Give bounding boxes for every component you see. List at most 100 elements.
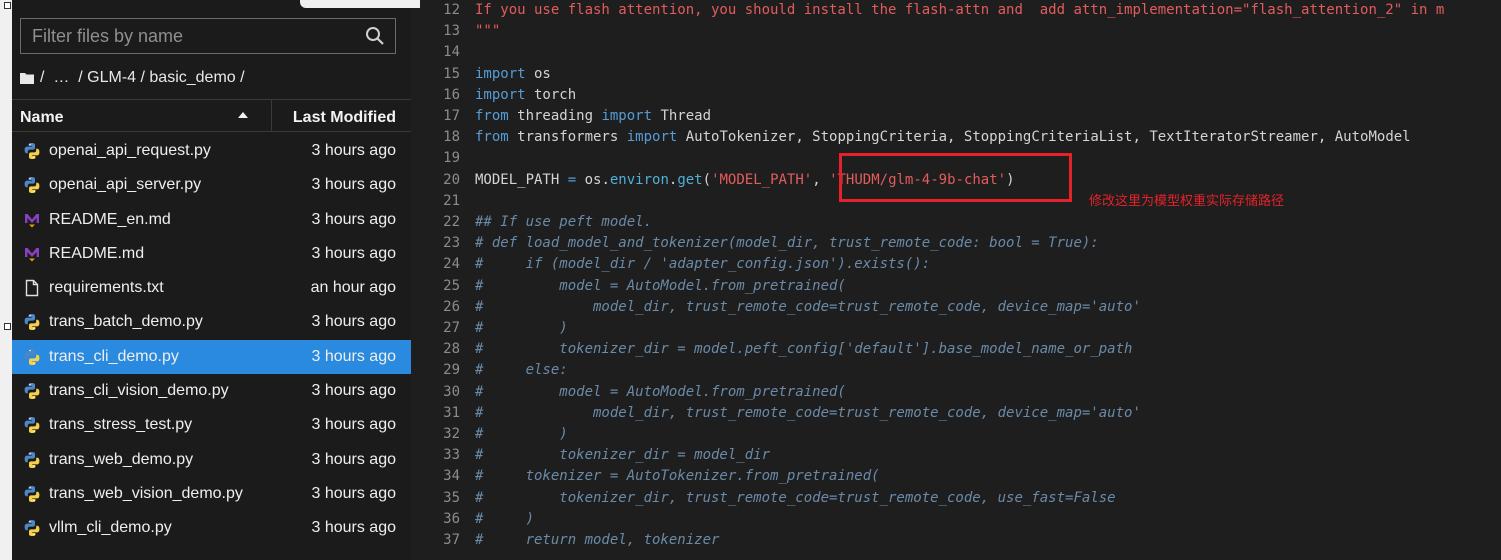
file-row[interactable]: requirements.txt an hour ago [12, 271, 411, 305]
line-number: 34 [443, 468, 460, 485]
line-number: 26 [443, 298, 460, 315]
code-token: environ [609, 171, 669, 188]
file-list-header: Name Last Modified [12, 99, 411, 132]
file-row[interactable]: README.md 3 hours ago [12, 237, 411, 271]
code-token: # tokenizer = AutoTokenizer.from_pretrai… [475, 468, 880, 485]
sort-ascending-icon[interactable] [238, 112, 248, 118]
line-number: 13 [443, 23, 460, 40]
code-token: get [677, 171, 703, 188]
code-token: If you use flash attention, you should i… [475, 2, 1445, 18]
line-number: 24 [443, 256, 460, 273]
annotation-text: 修改这里为模型权重实际存储路径 [1089, 194, 1285, 209]
line-number: 16 [443, 86, 460, 103]
code-line: # tokenizer_dir = model.peft_config['def… [475, 340, 1132, 358]
file-modified: 3 hours ago [311, 450, 396, 468]
code-token: ( [702, 171, 712, 188]
file-modified: 3 hours ago [311, 176, 396, 194]
line-number: 31 [443, 404, 460, 421]
code-token: threading [508, 108, 602, 124]
line-number: 15 [443, 65, 460, 82]
code-token: import [475, 65, 526, 82]
file-name: trans_cli_demo.py [49, 347, 179, 365]
file-row[interactable]: trans_stress_test.py 3 hours ago [12, 408, 411, 442]
file-row[interactable]: trans_cli_demo.py 3 hours ago [12, 339, 411, 375]
file-name: trans_batch_demo.py [49, 313, 203, 331]
code-token: os [525, 65, 551, 82]
code-token: # model_dir, trust_remote_code=trust_rem… [475, 404, 1141, 421]
file-row[interactable]: trans_web_vision_demo.py 3 hours ago [12, 477, 411, 511]
line-number: 32 [443, 426, 460, 442]
resize-handle[interactable] [4, 2, 11, 9]
file-modified: an hour ago [310, 279, 396, 297]
code-token: # ) [475, 510, 535, 527]
file-row[interactable]: openai_api_request.py 3 hours ago [12, 134, 411, 168]
line-number: 19 [443, 150, 460, 167]
filter-input[interactable] [21, 19, 361, 53]
highlight-box [839, 153, 1072, 202]
code-token: MODEL_PATH [475, 171, 568, 188]
line-number: 35 [443, 489, 460, 506]
code-token: import [475, 86, 526, 103]
code-token: # tokenizer_dir, trust_remote_code=trust… [475, 489, 1116, 506]
breadcrumb-glm4[interactable]: GLM-4 [87, 69, 136, 87]
code-line: # return model, tokenizer [475, 531, 719, 549]
breadcrumb-basic-demo[interactable]: basic_demo [149, 69, 235, 87]
code-token: """ [475, 23, 501, 40]
file-row[interactable]: trans_batch_demo.py 3 hours ago [12, 305, 411, 339]
code-token: # tokenizer_dir = model.peft_config['def… [475, 341, 1133, 358]
code-token: = [567, 171, 577, 188]
code-line: # tokenizer_dir = model_dir [475, 446, 770, 464]
line-number: 12 [443, 2, 460, 18]
code-line: """ [475, 22, 500, 40]
file-name: README_en.md [49, 210, 171, 228]
file-row[interactable]: trans_cli_vision_demo.py 3 hours ago [12, 374, 411, 408]
code-token: torch [525, 86, 577, 103]
code-line: ## If use peft model. [475, 213, 652, 231]
file-modified: 3 hours ago [311, 347, 396, 365]
code-line: If you use flash attention, you should i… [475, 1, 1444, 19]
column-divider[interactable] [271, 100, 272, 132]
code-token: AutoTokenizer, StoppingCriteria, Stoppin… [677, 129, 1411, 146]
code-line: # ) [475, 425, 568, 443]
resize-handle[interactable] [4, 323, 11, 330]
markdown-icon [23, 211, 41, 229]
breadcrumb-separator: / [240, 69, 245, 86]
filter-box[interactable] [20, 18, 396, 54]
search-icon[interactable] [365, 26, 385, 46]
code-area[interactable]: If you use flash attention, you should i… [475, 0, 1501, 560]
code-token: , [812, 171, 830, 188]
code-token: # ) [475, 320, 568, 336]
code-editor[interactable]: 12 13 14 15 16 17 18 19 20 21 22 23 24 25 26 27 28 29 30 31… [420, 0, 1501, 560]
code-token: import [601, 108, 653, 124]
file-name: README.md [49, 244, 145, 262]
code-line: # model_dir, trust_remote_code=trust_rem… [475, 298, 1141, 316]
python-icon [23, 451, 41, 469]
code-token: # return model, tokenizer [475, 532, 720, 548]
line-number: 33 [443, 447, 460, 464]
file-modified: 3 hours ago [311, 142, 396, 159]
file-row[interactable]: openai_api_server.py 3 hours ago [12, 168, 411, 202]
line-number: 22 [443, 214, 460, 230]
file-name: openai_api_request.py [49, 142, 211, 159]
line-number: 21 [443, 192, 460, 209]
column-modified-header[interactable]: Last Modified [293, 109, 396, 127]
file-modified: 3 hours ago [311, 416, 396, 434]
file-row[interactable]: trans_web_demo.py 3 hours ago [12, 443, 411, 477]
code-line: # tokenizer = AutoTokenizer.from_pretrai… [475, 467, 880, 485]
column-name-header[interactable]: Name [20, 109, 64, 127]
breadcrumb-ellipsis[interactable]: … [53, 69, 69, 87]
code-token: # else: [475, 362, 568, 379]
file-name: trans_cli_vision_demo.py [49, 382, 229, 400]
code-line: # model = AutoModel.from_pretrained( [475, 383, 846, 401]
code-token: transformers [508, 129, 627, 146]
line-number: 36 [443, 510, 460, 527]
code-token: # if (model_dir / 'adapter_config.json')… [475, 256, 931, 273]
python-icon [23, 176, 41, 194]
file-name: openai_api_server.py [49, 176, 202, 194]
folder-icon[interactable] [20, 72, 34, 84]
file-row[interactable]: vllm_cli_demo.py 3 hours ago [12, 511, 411, 545]
file-modified: 3 hours ago [311, 519, 396, 537]
code-token: 'MODEL_PATH' [711, 171, 813, 188]
file-row[interactable]: README_en.md 3 hours ago [12, 203, 411, 237]
breadcrumb: / … / GLM-4 / basic_demo / [20, 66, 245, 90]
